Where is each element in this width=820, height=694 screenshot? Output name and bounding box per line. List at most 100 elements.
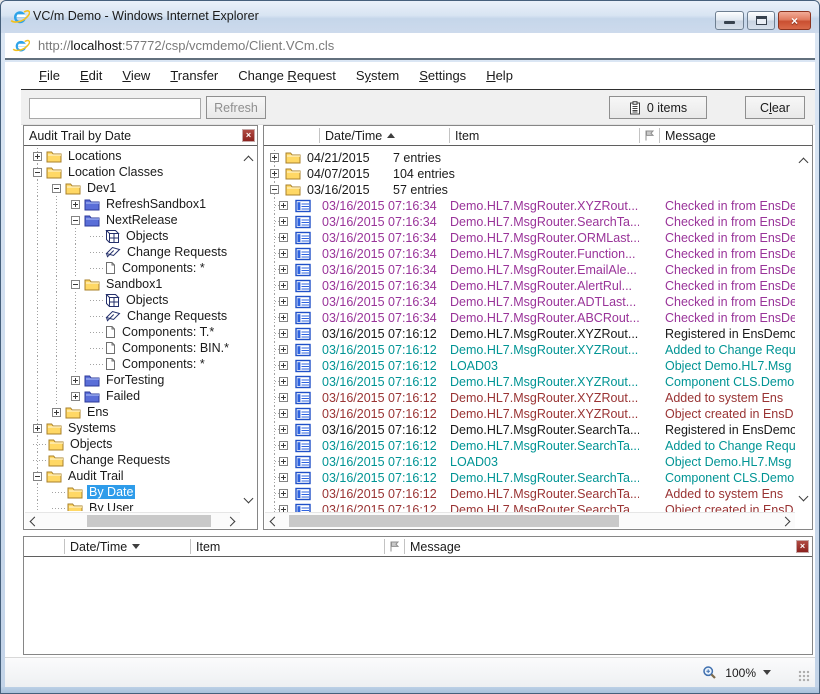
address-bar[interactable]: http://localhost:57772/csp/vcmdemo/Clien… <box>5 33 815 60</box>
audit-entry-row[interactable]: 03/16/2015 07:16:34Demo.HL7.MsgRouter.Em… <box>265 262 795 278</box>
expand-icon[interactable] <box>279 457 288 466</box>
audit-entry-row[interactable]: 03/16/2015 07:16:12Demo.HL7.MsgRouter.XY… <box>265 326 795 342</box>
tree-item-failed[interactable]: Failed <box>25 388 239 404</box>
tree-item-components-t-[interactable]: Components: T.* <box>25 324 239 340</box>
expand-icon[interactable] <box>279 393 288 402</box>
audit-group-row[interactable]: 03/16/201557 entries <box>265 182 795 198</box>
column-message[interactable]: Message <box>665 129 716 143</box>
tree-vertical-scrollbar[interactable] <box>240 147 256 512</box>
audit-entry-row[interactable]: 03/16/2015 07:16:12Demo.HL7.MsgRouter.Se… <box>265 438 795 454</box>
expand-icon[interactable] <box>71 200 80 209</box>
expand-icon[interactable] <box>279 473 288 482</box>
collapse-icon[interactable] <box>33 472 42 481</box>
menu-edit[interactable]: Edit <box>70 64 112 87</box>
audit-entry-row[interactable]: 03/16/2015 07:16:34Demo.HL7.MsgRouter.AD… <box>265 294 795 310</box>
column-datetime[interactable]: Date/Time <box>70 540 140 554</box>
collapse-icon[interactable] <box>52 184 61 193</box>
expand-icon[interactable] <box>279 297 288 306</box>
audit-entry-row[interactable]: 03/16/2015 07:16:12LOAD03Object Demo.HL7… <box>265 454 795 470</box>
zoom-control[interactable]: 100% <box>702 665 771 680</box>
scroll-left-icon[interactable] <box>269 517 278 526</box>
audit-entry-row[interactable]: 03/16/2015 07:16:12LOAD03Object Demo.HL7… <box>265 358 795 374</box>
tree-panel-close-icon[interactable]: × <box>242 129 255 142</box>
expand-icon[interactable] <box>279 313 288 322</box>
menu-system[interactable]: System <box>346 64 409 87</box>
expand-icon[interactable] <box>279 201 288 210</box>
audit-entry-row[interactable]: 03/16/2015 07:16:34Demo.HL7.MsgRouter.Fu… <box>265 246 795 262</box>
audit-entry-row[interactable]: 03/16/2015 07:16:12Demo.HL7.MsgRouter.Se… <box>265 470 795 486</box>
expand-icon[interactable] <box>71 392 80 401</box>
tree-item-dev1[interactable]: Dev1 <box>25 180 239 196</box>
expand-icon[interactable] <box>52 408 61 417</box>
menu-change-request[interactable]: Change Request <box>228 64 346 87</box>
expand-icon[interactable] <box>33 152 42 161</box>
audit-entry-row[interactable]: 03/16/2015 07:16:34Demo.HL7.MsgRouter.OR… <box>265 230 795 246</box>
expand-icon[interactable] <box>279 233 288 242</box>
filter-input[interactable] <box>29 98 201 119</box>
expand-icon[interactable] <box>279 425 288 434</box>
menu-settings[interactable]: Settings <box>409 64 476 87</box>
column-message[interactable]: Message <box>410 540 461 554</box>
tree-item-change-requests[interactable]: Change Requests <box>25 244 239 260</box>
expand-icon[interactable] <box>279 409 288 418</box>
expand-icon[interactable] <box>279 441 288 450</box>
audit-entry-row[interactable]: 03/16/2015 07:16:12Demo.HL7.MsgRouter.XY… <box>265 374 795 390</box>
tree-item-by-user[interactable]: By User <box>25 500 239 511</box>
expand-icon[interactable] <box>279 265 288 274</box>
expand-icon[interactable] <box>279 345 288 354</box>
collapse-icon[interactable] <box>71 280 80 289</box>
expand-icon[interactable] <box>71 376 80 385</box>
tree-item-refreshsandbox1[interactable]: RefreshSandbox1 <box>25 196 239 212</box>
tree-item-components-[interactable]: Components: * <box>25 260 239 276</box>
scroll-thumb[interactable] <box>87 515 211 527</box>
tree-item-location-classes[interactable]: Location Classes <box>25 164 239 180</box>
menu-help[interactable]: Help <box>476 64 523 87</box>
tree-item-change-requests[interactable]: Change Requests <box>25 452 239 468</box>
list-vertical-scrollbar[interactable] <box>795 147 811 512</box>
tree-item-ens[interactable]: Ens <box>25 404 239 420</box>
tree-item-nextrelease[interactable]: NextRelease <box>25 212 239 228</box>
audit-entry-row[interactable]: 03/16/2015 07:16:12Demo.HL7.MsgRouter.Se… <box>265 422 795 438</box>
flag-icon[interactable] <box>388 540 400 555</box>
minimize-button[interactable] <box>715 11 744 30</box>
scroll-down-icon[interactable] <box>244 495 253 504</box>
column-datetime[interactable]: Date/Time <box>325 129 395 143</box>
audit-entry-row[interactable]: 03/16/2015 07:16:34Demo.HL7.MsgRouter.AB… <box>265 310 795 326</box>
resize-grip[interactable] <box>798 670 810 682</box>
collapse-icon[interactable] <box>33 168 42 177</box>
expand-icon[interactable] <box>33 424 42 433</box>
audit-entry-row[interactable]: 03/16/2015 07:16:12Demo.HL7.MsgRouter.XY… <box>265 342 795 358</box>
expand-icon[interactable] <box>270 153 279 162</box>
column-item[interactable]: Item <box>196 540 220 554</box>
collapse-icon[interactable] <box>71 216 80 225</box>
menu-transfer[interactable]: Transfer <box>160 64 228 87</box>
audit-entry-row[interactable]: 03/16/2015 07:16:34Demo.HL7.MsgRouter.Se… <box>265 214 795 230</box>
expand-icon[interactable] <box>270 169 279 178</box>
scroll-down-icon[interactable] <box>799 493 808 502</box>
audit-entry-row[interactable]: 03/16/2015 07:16:12Demo.HL7.MsgRouter.Se… <box>265 502 795 512</box>
tree-item-components-bin-[interactable]: Components: BIN.* <box>25 340 239 356</box>
tree-item-sandbox1[interactable]: Sandbox1 <box>25 276 239 292</box>
items-count-button[interactable]: 0 items <box>609 96 707 119</box>
audit-entry-row[interactable]: 03/16/2015 07:16:34Demo.HL7.MsgRouter.XY… <box>265 198 795 214</box>
tree-item-fortesting[interactable]: ForTesting <box>25 372 239 388</box>
audit-entry-row[interactable]: 03/16/2015 07:16:12Demo.HL7.MsgRouter.XY… <box>265 390 795 406</box>
tree-item-change-requests[interactable]: Change Requests <box>25 308 239 324</box>
tree-item-components-[interactable]: Components: * <box>25 356 239 372</box>
scroll-up-icon[interactable] <box>244 155 253 164</box>
menu-view[interactable]: View <box>112 64 160 87</box>
tree-item-by-date[interactable]: By Date <box>25 484 239 500</box>
tree-item-locations[interactable]: Locations <box>25 148 239 164</box>
detail-panel-close-icon[interactable]: × <box>796 540 809 553</box>
expand-icon[interactable] <box>279 361 288 370</box>
expand-icon[interactable] <box>279 217 288 226</box>
audit-group-row[interactable]: 04/07/2015104 entries <box>265 166 795 182</box>
maximize-button[interactable] <box>747 11 775 30</box>
flag-icon[interactable] <box>643 129 655 144</box>
scroll-thumb[interactable] <box>289 515 619 527</box>
expand-icon[interactable] <box>279 249 288 258</box>
refresh-button[interactable]: Refresh <box>206 96 266 119</box>
list-horizontal-scrollbar[interactable] <box>265 512 795 528</box>
audit-group-row[interactable]: 04/21/20157 entries <box>265 150 795 166</box>
column-item[interactable]: Item <box>455 129 479 143</box>
